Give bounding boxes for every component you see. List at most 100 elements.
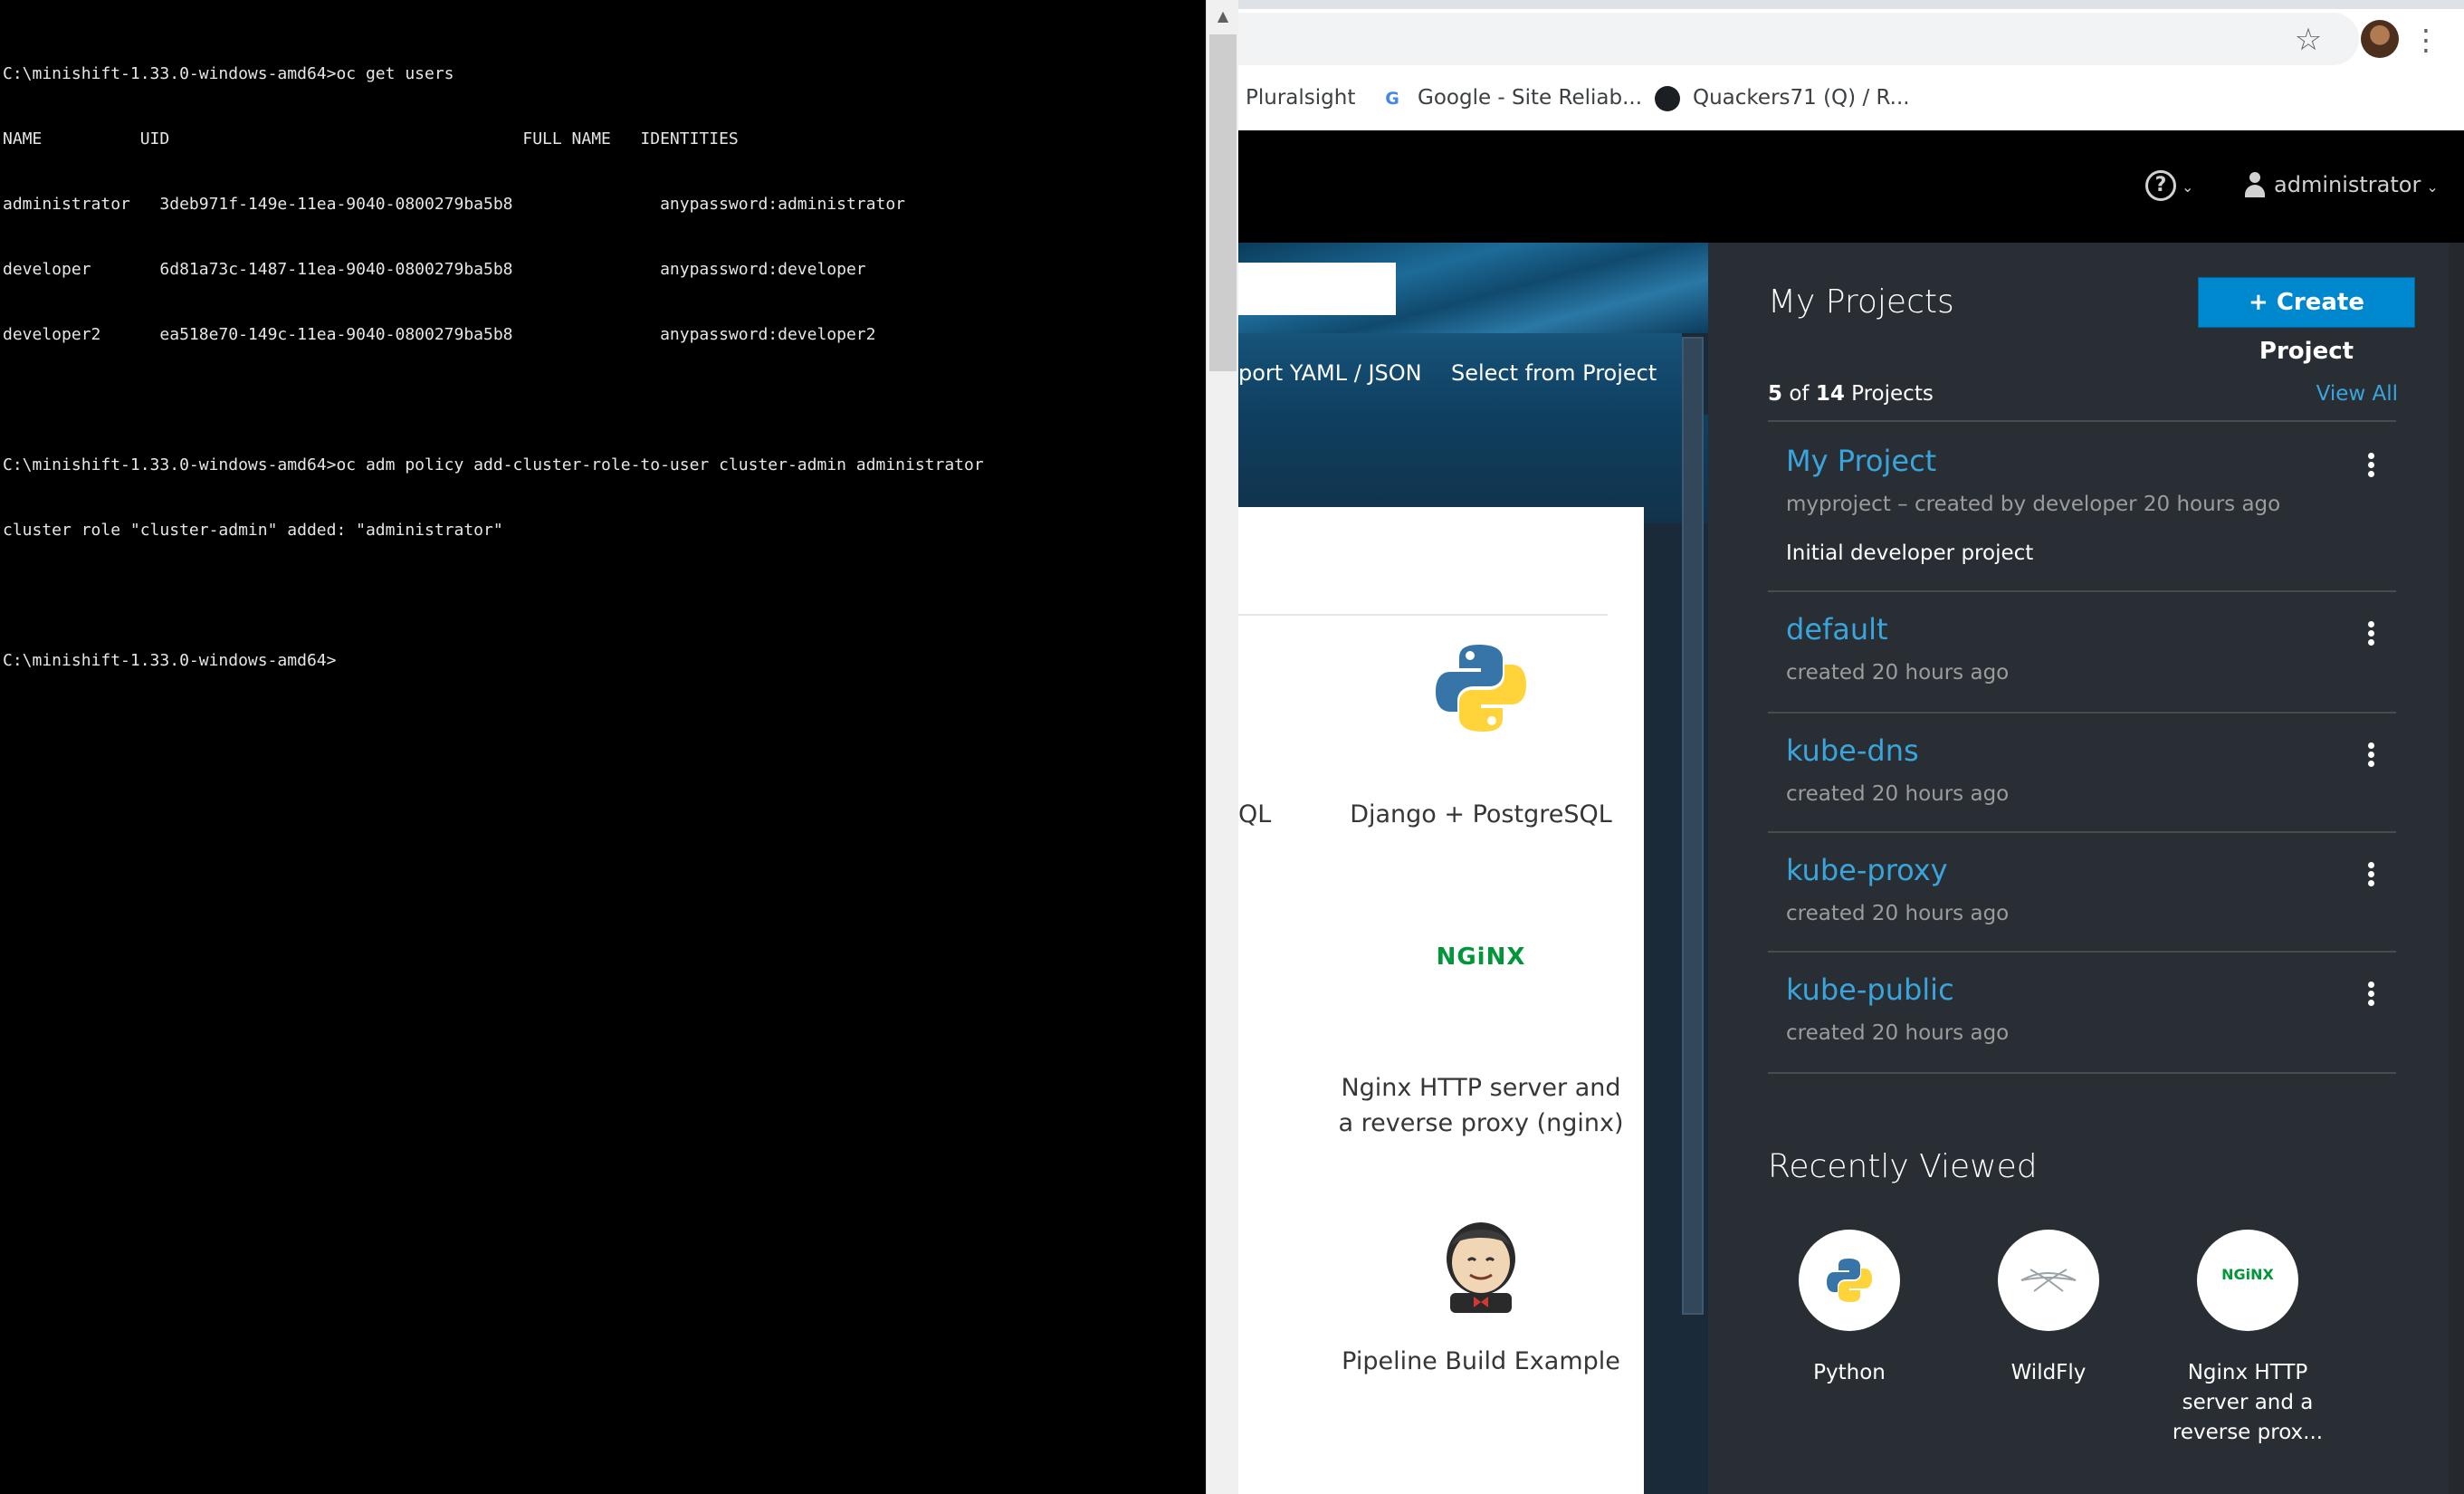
bookmark-pluralsight[interactable]: Pluralsight bbox=[1246, 78, 1355, 118]
recent-item-python[interactable] bbox=[1799, 1230, 1900, 1331]
google-icon: G bbox=[1385, 88, 1399, 109]
divider bbox=[1768, 951, 2396, 953]
user-name: administrator bbox=[2274, 172, 2421, 197]
browser-window: ☆ ⋮ Pluralsight G Google - Site Reliab...… bbox=[1238, 0, 2464, 1494]
catalog-landing: port YAML / JSON Select from Project QL … bbox=[1238, 243, 1708, 1494]
scroll-up-arrow-icon[interactable]: ▲ bbox=[1207, 0, 1239, 33]
project-description: Initial developer project bbox=[1786, 541, 2034, 565]
project-link-kube-dns[interactable]: kube-dns bbox=[1786, 733, 1919, 768]
my-projects-heading: My Projects bbox=[1768, 283, 1954, 321]
catalog-banner bbox=[1238, 243, 1708, 333]
create-project-label: Create Project bbox=[2259, 289, 2364, 365]
project-meta: created 20 hours ago bbox=[1786, 1021, 2010, 1045]
project-link-myproject[interactable]: My Project bbox=[1786, 444, 1936, 478]
kebab-menu-icon[interactable] bbox=[2364, 451, 2377, 480]
catalog-item-nginx-line2[interactable]: a reverse proxy (nginx) bbox=[1325, 1106, 1637, 1141]
terminal-scrollbar[interactable]: ▲ bbox=[1206, 0, 1238, 1494]
terminal-scroll-thumb[interactable] bbox=[1209, 34, 1237, 371]
browser-toolbar: ☆ ⋮ Pluralsight G Google - Site Reliab...… bbox=[1238, 0, 2464, 130]
view-all-link[interactable]: View All bbox=[2316, 382, 2398, 406]
nginx-icon[interactable]: NGiNX bbox=[1430, 943, 1532, 972]
divider bbox=[1768, 831, 2396, 833]
address-bar[interactable] bbox=[1238, 13, 2359, 65]
terminal-window[interactable]: C:\minishift-1.33.0-windows-amd64>oc get… bbox=[0, 0, 1206, 1494]
catalog-actions-bar: port YAML / JSON Select from Project bbox=[1238, 333, 1682, 415]
chevron-down-icon: ⌄ bbox=[2426, 178, 2439, 196]
kebab-menu-icon[interactable] bbox=[2364, 860, 2377, 889]
bookmark-label: Google - Site Reliab... bbox=[1418, 86, 1643, 110]
bookmark-label: Quackers71 (Q) / R... bbox=[1693, 86, 1910, 110]
select-from-project-link[interactable]: Select from Project bbox=[1451, 360, 1657, 386]
recent-label-nginx[interactable]: Nginx HTTP server and a reverse prox... bbox=[2171, 1358, 2325, 1448]
bookmark-label: Pluralsight bbox=[1246, 86, 1356, 110]
jenkins-icon[interactable] bbox=[1437, 1219, 1524, 1313]
terminal-line: developer 6d81a73c-1487-11ea-9040-080027… bbox=[3, 260, 866, 279]
terminal-line: NAME UID FULL NAME IDENTITIES bbox=[3, 129, 739, 148]
terminal-line: developer2 ea518e70-149c-11ea-9040-08002… bbox=[3, 325, 876, 344]
divider bbox=[1768, 1072, 2396, 1074]
divider bbox=[1238, 614, 1608, 616]
wildfly-icon bbox=[2020, 1269, 2077, 1292]
chevron-down-icon: ⌄ bbox=[2182, 178, 2194, 196]
recently-viewed-heading: Recently Viewed bbox=[1768, 1148, 2038, 1185]
catalog-panel: QL Django + PostgreSQL NGiNX Nginx HTTP … bbox=[1238, 507, 1644, 1494]
divider bbox=[1768, 420, 2396, 422]
nginx-icon: NGiNX bbox=[2221, 1266, 2274, 1283]
project-link-kube-proxy[interactable]: kube-proxy bbox=[1786, 853, 1948, 887]
count-shown: 5 bbox=[1768, 382, 1783, 406]
bookmark-google-sre[interactable]: G Google - Site Reliab... bbox=[1380, 78, 1642, 118]
help-icon: ? bbox=[2145, 169, 2176, 201]
recent-label-line: server and a bbox=[2182, 1391, 2314, 1414]
panel-scrollbar[interactable] bbox=[2449, 243, 2464, 1494]
project-link-kube-public[interactable]: kube-public bbox=[1786, 972, 1954, 1007]
kebab-menu-icon[interactable] bbox=[2364, 741, 2377, 770]
profile-avatar[interactable] bbox=[2361, 20, 2399, 58]
browser-menu-icon[interactable]: ⋮ bbox=[2411, 22, 2440, 58]
catalog-item-nginx-line1[interactable]: Nginx HTTP server and bbox=[1325, 1070, 1637, 1106]
project-count: 5 of 14 Projects bbox=[1768, 382, 1934, 406]
catalog-search-input[interactable] bbox=[1238, 263, 1396, 315]
recent-label[interactable]: WildFly bbox=[1972, 1358, 2125, 1388]
recent-label[interactable]: Python bbox=[1772, 1358, 1926, 1388]
recent-label-line: Nginx HTTP bbox=[2187, 1361, 2308, 1384]
count-of: of bbox=[1789, 382, 1810, 406]
tab-strip bbox=[1238, 0, 2464, 9]
bookmark-github-quackers[interactable]: Quackers71 (Q) / R... bbox=[1655, 78, 1910, 118]
help-menu[interactable]: ? ⌄ bbox=[2145, 167, 2193, 203]
terminal-line: cluster role "cluster-admin" added: "adm… bbox=[3, 521, 503, 540]
divider bbox=[1768, 712, 2396, 713]
count-total: 14 bbox=[1815, 382, 1845, 406]
catalog-scrollbar[interactable] bbox=[1682, 337, 1704, 1315]
bookmarks-bar: Pluralsight G Google - Site Reliab... Qua… bbox=[1238, 78, 2464, 118]
terminal-line: C:\minishift-1.33.0-windows-amd64>oc get… bbox=[3, 64, 454, 83]
catalog-item-pipeline-build[interactable]: Pipeline Build Example bbox=[1325, 1344, 1637, 1379]
plus-icon: + bbox=[2248, 289, 2268, 316]
user-menu[interactable]: administrator ⌄ bbox=[2245, 167, 2439, 203]
python-icon[interactable] bbox=[1434, 641, 1528, 735]
projects-panel: My Projects + Create Project 5 of 14 Pro… bbox=[1708, 243, 2464, 1494]
project-meta: myproject – created by developer 20 hour… bbox=[1786, 493, 2281, 516]
github-icon bbox=[1655, 85, 1680, 111]
project-link-default[interactable]: default bbox=[1786, 612, 1888, 646]
project-meta: created 20 hours ago bbox=[1786, 782, 2010, 806]
import-yaml-link[interactable]: port YAML / JSON bbox=[1238, 360, 1422, 386]
bookmark-star-icon[interactable]: ☆ bbox=[2290, 22, 2326, 58]
python-icon bbox=[1827, 1259, 1872, 1302]
recent-label-line: reverse prox... bbox=[2172, 1421, 2324, 1444]
create-project-button[interactable]: + Create Project bbox=[2198, 277, 2415, 365]
recent-item-nginx[interactable]: NGiNX bbox=[2197, 1230, 2298, 1331]
kebab-menu-icon[interactable] bbox=[2364, 980, 2377, 1009]
count-suffix: Projects bbox=[1851, 382, 1934, 406]
kebab-menu-icon[interactable] bbox=[2364, 619, 2377, 648]
catalog-item-label[interactable]: QL bbox=[1238, 797, 1271, 832]
project-meta: created 20 hours ago bbox=[1786, 661, 2010, 685]
catalog-item-django-postgresql[interactable]: Django + PostgreSQL bbox=[1325, 797, 1637, 832]
project-meta: created 20 hours ago bbox=[1786, 902, 2010, 925]
terminal-prompt[interactable]: C:\minishift-1.33.0-windows-amd64> bbox=[3, 650, 1206, 672]
openshift-header: ? ⌄ administrator ⌄ bbox=[1238, 130, 2464, 243]
recent-item-wildfly[interactable] bbox=[1998, 1230, 2099, 1331]
terminal-line: administrator 3deb971f-149e-11ea-9040-08… bbox=[3, 195, 905, 214]
divider bbox=[1768, 590, 2396, 592]
